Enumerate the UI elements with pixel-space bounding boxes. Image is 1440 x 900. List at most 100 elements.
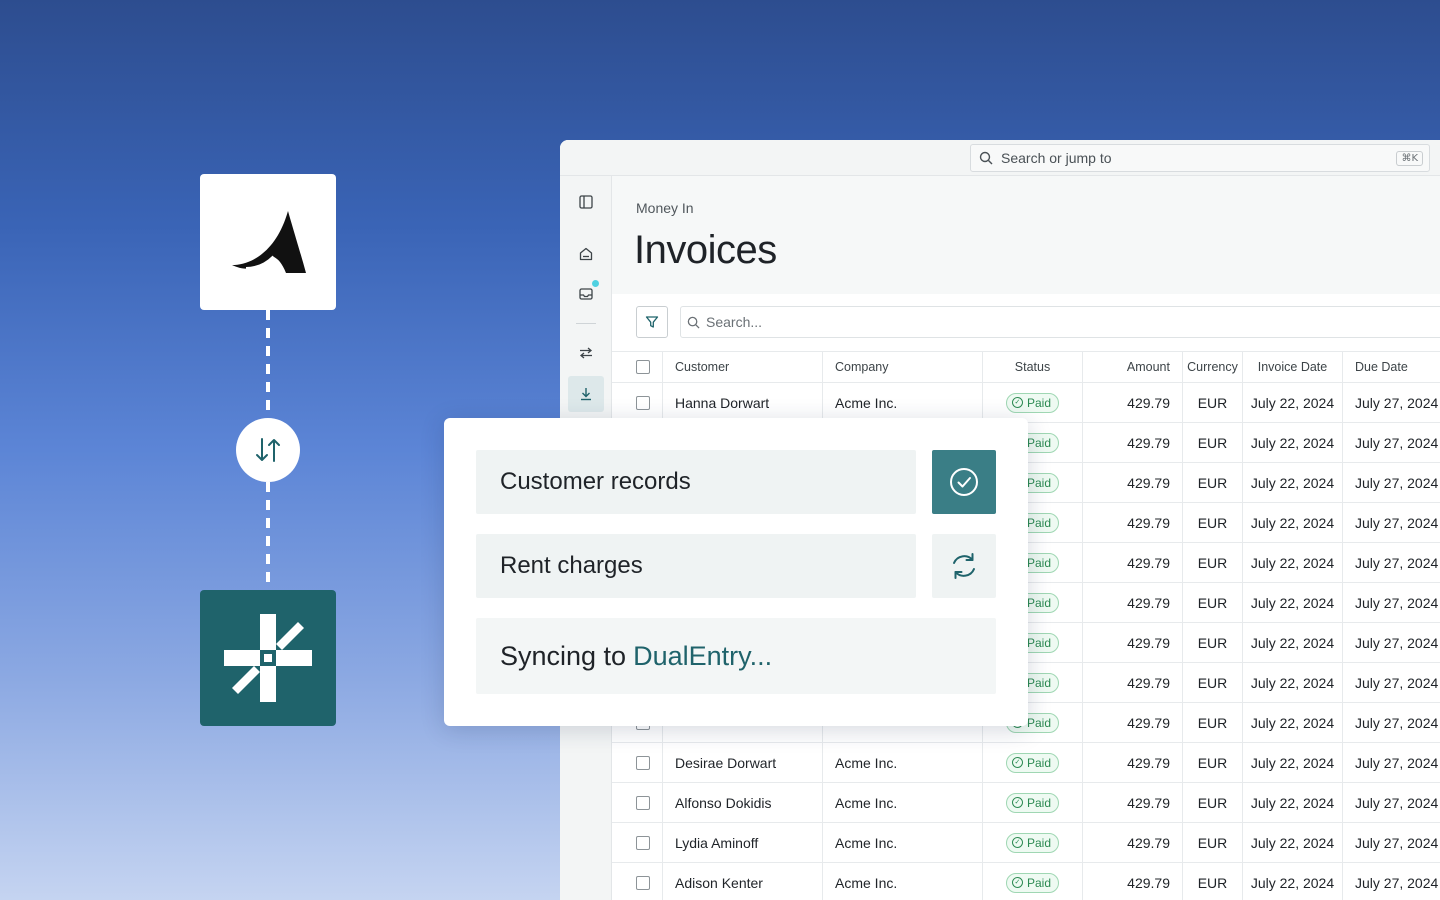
company-cell: Acme Inc. (822, 743, 982, 782)
invoice-date-cell: July 22, 2024 (1242, 743, 1342, 782)
check-circle-icon: ✓ (1011, 797, 1023, 808)
status-label: Paid (1026, 395, 1052, 410)
row-select-cell (612, 783, 662, 822)
global-search-placeholder: Search or jump to (1001, 150, 1112, 166)
customer-cell: Adison Kenter (662, 863, 822, 900)
sidebar-item-home[interactable] (568, 236, 604, 272)
status-badge: ✓Paid (1005, 832, 1060, 853)
filter-icon (645, 316, 659, 328)
table-row[interactable]: Desirae Dorwart Acme Inc. ✓ Paid 429.79 EUR Ju… (612, 743, 1440, 783)
select-all-checkbox[interactable] (636, 360, 650, 374)
status-badge: ✓Paid (1005, 792, 1060, 813)
breadcrumb[interactable]: Money In (636, 200, 694, 216)
company-cell: Acme Inc. (822, 823, 982, 862)
download-icon (581, 388, 591, 401)
check-circle-icon: ✓ (1011, 877, 1023, 888)
amount-cell: 429.79 (1082, 583, 1182, 622)
column-header-amount[interactable]: Amount (1082, 352, 1182, 382)
invoice-date-cell: July 22, 2024 (1242, 823, 1342, 862)
table-row[interactable]: Adison Kenter Acme Inc. ✓ Paid 429.79 EUR July… (612, 863, 1440, 900)
status-label: Paid (1026, 475, 1052, 490)
currency-cell: EUR (1182, 863, 1242, 900)
row-select-cell (612, 863, 662, 900)
currency-cell: EUR (1182, 623, 1242, 662)
currency-cell: EUR (1182, 743, 1242, 782)
currency-cell: EUR (1182, 823, 1242, 862)
target-app-logo (200, 590, 336, 726)
currency-cell: EUR (1182, 783, 1242, 822)
column-header-customer[interactable]: Customer (662, 352, 822, 382)
status-label: Paid (1026, 715, 1052, 730)
due-date-cell: July 27, 2024 (1342, 383, 1440, 422)
table-row[interactable]: Alfonso Dokidis Acme Inc. ✓ Paid 429.79 EUR Ju… (612, 783, 1440, 823)
customer-cell: Alfonso Dokidis (662, 783, 822, 822)
due-date-cell: July 27, 2024 (1342, 623, 1440, 662)
status-cell: ✓Paid (982, 743, 1082, 782)
status-cell: ✓Paid (982, 383, 1082, 422)
table-row[interactable]: Lydia Aminoff Acme Inc. ✓ Paid 429.79 EUR July… (612, 823, 1440, 863)
status-label: Paid (1026, 875, 1052, 890)
status-label: Paid (1026, 755, 1052, 770)
sidebar-item-transfers[interactable] (568, 335, 604, 371)
sync-status-prefix: Syncing to (500, 640, 627, 671)
invoice-date-cell: July 22, 2024 (1242, 783, 1342, 822)
sync-icon (953, 553, 975, 579)
invoice-date-cell: July 22, 2024 (1242, 703, 1342, 742)
connector-line-bottom (266, 482, 270, 590)
sync-item-customer-records: Customer records (476, 450, 916, 514)
table-row[interactable]: Hanna Dorwart Acme Inc. ✓ Paid 429.79 EUR July… (612, 383, 1440, 423)
status-label: Paid (1026, 635, 1052, 650)
sync-in-progress-indicator (932, 534, 996, 598)
status-badge: ✓Paid (1005, 392, 1060, 413)
page-title: Invoices (634, 228, 777, 272)
row-checkbox[interactable] (636, 395, 650, 410)
currency-cell: EUR (1182, 383, 1242, 422)
row-checkbox[interactable] (636, 875, 650, 890)
notification-dot (592, 280, 599, 287)
column-header-invoice-date[interactable]: Invoice Date (1242, 352, 1342, 382)
currency-cell: EUR (1182, 543, 1242, 582)
invoice-date-cell: July 22, 2024 (1242, 423, 1342, 462)
global-search-input[interactable]: Search or jump to ⌘K (970, 144, 1430, 172)
top-bar: Search or jump to ⌘K (560, 140, 1440, 176)
row-checkbox[interactable] (636, 835, 650, 850)
panel-toggle-icon (579, 195, 593, 209)
table-header-row: Customer Company Status Amount Currency … (612, 351, 1440, 383)
row-select-cell (612, 823, 662, 862)
filter-button[interactable] (636, 306, 668, 338)
select-all-cell (612, 352, 662, 382)
customer-cell: Desirae Dorwart (662, 743, 822, 782)
status-label: Paid (1026, 515, 1052, 530)
sync-item-label: Rent charges (500, 552, 643, 579)
amount-cell: 429.79 (1082, 503, 1182, 542)
table-search-input[interactable]: Search... (680, 306, 1440, 338)
sidebar-toggle-button[interactable] (568, 184, 604, 220)
due-date-cell: July 27, 2024 (1342, 743, 1440, 782)
currency-cell: EUR (1182, 663, 1242, 702)
invoice-date-cell: July 22, 2024 (1242, 663, 1342, 702)
column-header-company[interactable]: Company (822, 352, 982, 382)
sidebar-item-money-in[interactable] (568, 376, 604, 412)
amount-cell: 429.79 (1082, 423, 1182, 462)
row-checkbox[interactable] (636, 795, 650, 810)
due-date-cell: July 27, 2024 (1342, 463, 1440, 502)
status-label: Paid (1026, 595, 1052, 610)
check-circle-icon (950, 468, 978, 496)
column-header-due-date[interactable]: Due Date (1342, 352, 1440, 382)
sync-item-label: Customer records (500, 468, 691, 495)
check-circle-icon: ✓ (1011, 397, 1023, 408)
status-label: Paid (1026, 675, 1052, 690)
column-header-currency[interactable]: Currency (1182, 352, 1242, 382)
invoice-date-cell: July 22, 2024 (1242, 863, 1342, 900)
status-badge: ✓Paid (1005, 872, 1060, 893)
column-header-status[interactable]: Status (982, 352, 1082, 382)
row-select-cell (612, 383, 662, 422)
invoice-date-cell: July 22, 2024 (1242, 463, 1342, 502)
currency-cell: EUR (1182, 463, 1242, 502)
amount-cell: 429.79 (1082, 863, 1182, 900)
status-label: Paid (1026, 835, 1052, 850)
invoice-date-cell: July 22, 2024 (1242, 543, 1342, 582)
sync-status-message: Syncing to DualEntry... (476, 618, 996, 694)
row-checkbox[interactable] (636, 755, 650, 770)
transfer-icon (579, 347, 593, 359)
